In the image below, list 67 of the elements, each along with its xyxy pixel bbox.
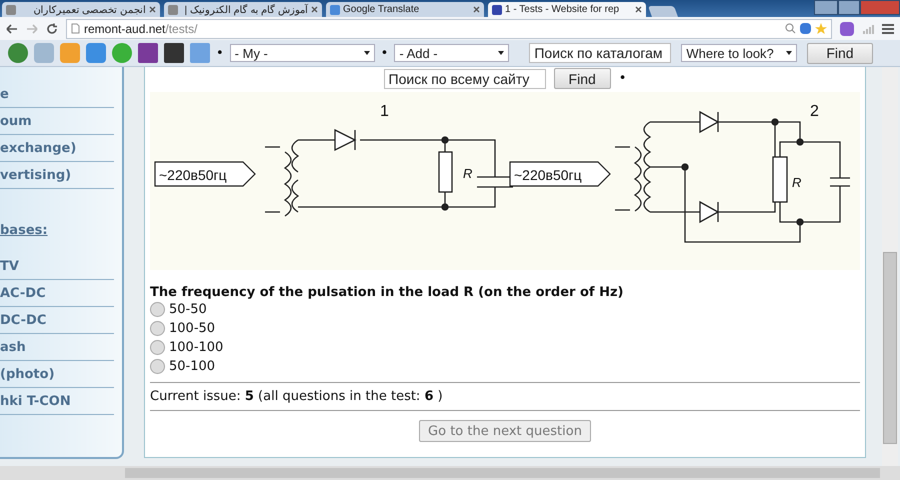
question-text: The frequency of the pulsation in the load R (on the order of Hz): [150, 285, 624, 300]
sidebar-link[interactable]: exchange): [0, 135, 114, 162]
progress-text: Current issue: 5 (all questions in the test: 6 ): [150, 389, 444, 404]
radio-button[interactable]: [150, 340, 165, 355]
horizontal-scrollbar[interactable]: [0, 466, 900, 480]
page-icon: [71, 23, 80, 34]
bullet: •: [618, 71, 626, 86]
maximize-button[interactable]: [838, 0, 860, 15]
sidebar-link[interactable]: hki T-CON: [0, 388, 114, 415]
dropdown[interactable]: - My -: [230, 44, 375, 62]
browser-tab[interactable]: آموزش گام به گام الکترونیک |: [164, 2, 322, 17]
tab-title: آموزش گام به گام الکترونیک |: [184, 4, 308, 16]
browser-tab[interactable]: انجمن تخصصی تعمیرکاران: [2, 2, 160, 17]
new-tab-button[interactable]: [648, 6, 678, 17]
dropdown[interactable]: Where to look?: [681, 44, 798, 62]
close-icon[interactable]: [635, 6, 642, 13]
find-button[interactable]: Find: [554, 68, 611, 89]
close-window-button[interactable]: [860, 0, 900, 15]
menu-icon[interactable]: [882, 24, 894, 34]
sidebar-heading[interactable]: bases:: [0, 217, 114, 243]
radio-button[interactable]: [150, 359, 165, 374]
sidebar-link[interactable]: DC-DC: [0, 307, 114, 334]
bullet: •: [380, 46, 388, 60]
close-icon[interactable]: [473, 6, 480, 13]
circuit-number: 2: [810, 103, 819, 120]
sidebar-link[interactable]: vertising): [0, 162, 114, 189]
tab-title: 1 - Tests - Website for rep: [505, 4, 620, 15]
vertical-scrollbar[interactable]: [882, 67, 898, 466]
forward-arrow-icon[interactable]: [26, 24, 38, 34]
sidebar-link[interactable]: TV: [0, 253, 114, 280]
caret-icon: [498, 51, 504, 55]
tab-title: انجمن تخصصی تعمیرکاران: [32, 4, 146, 16]
option-label: 50-50: [169, 302, 207, 317]
signal-bars-icon: [862, 24, 874, 34]
find-button[interactable]: Find: [807, 42, 873, 64]
sidebar-link[interactable]: AC-DC: [0, 280, 114, 307]
sidebar-link[interactable]: oum: [0, 108, 114, 135]
sidebar-link[interactable]: e: [0, 81, 114, 108]
close-icon[interactable]: [311, 6, 318, 13]
load-label: R: [792, 175, 802, 190]
back-arrow-icon[interactable]: [6, 24, 18, 34]
zoom-icon[interactable]: [785, 22, 796, 34]
tab-title: Google Translate: [343, 4, 420, 15]
site-search-field[interactable]: Поиск по всему сайту: [384, 68, 546, 88]
circuit-number: 1: [380, 103, 389, 120]
minimize-button[interactable]: [814, 0, 838, 15]
voltage-source-tag: ~220в50гц: [509, 161, 611, 187]
option-label: 100-50: [169, 321, 216, 336]
voltage-source-tag: ~220в50гц: [154, 161, 256, 187]
option-label: 100-100: [169, 340, 224, 355]
close-icon[interactable]: [149, 6, 156, 13]
browser-tab[interactable]: 1 - Tests - Website for rep: [488, 2, 646, 17]
option-label: 50-100: [169, 359, 216, 374]
radio-button[interactable]: [150, 321, 165, 336]
caret-icon: [364, 51, 370, 55]
browser-tab[interactable]: Google Translate: [326, 2, 484, 17]
address-field[interactable]: remont-aud.net/tests/: [66, 18, 832, 38]
sidebar-link[interactable]: (photo): [0, 361, 114, 388]
catalog-search-field[interactable]: Поиск по каталогам: [529, 43, 672, 63]
radio-button[interactable]: [150, 302, 165, 317]
reload-icon[interactable]: [46, 22, 58, 34]
star-icon[interactable]: [815, 22, 827, 34]
sidebar-link[interactable]: ash: [0, 334, 114, 361]
dropdown[interactable]: - Add -: [394, 44, 510, 62]
bullet: •: [216, 46, 224, 60]
caret-icon: [786, 51, 792, 55]
load-label: R: [463, 166, 472, 181]
